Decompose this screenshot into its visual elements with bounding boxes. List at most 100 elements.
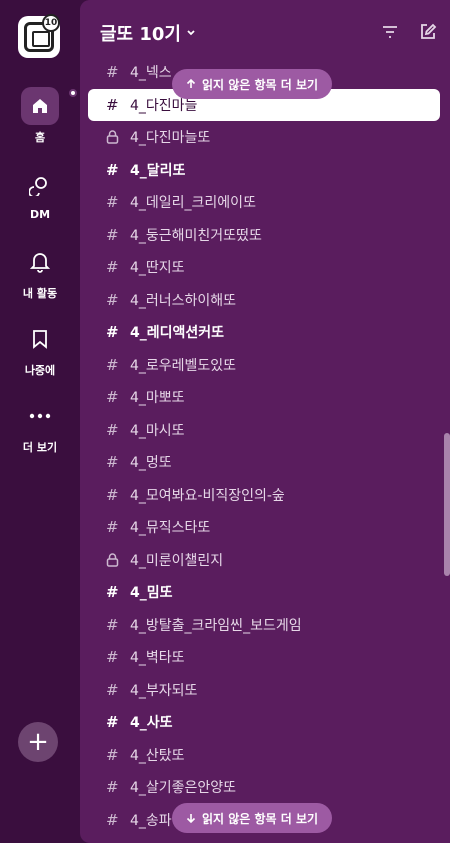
unread-below-button[interactable]: 읽지 않은 항목 더 보기 [172,803,333,833]
channel-item[interactable]: #4_방탈출_크라임씬_보드게임 [88,609,440,642]
hash-icon: # [106,680,119,699]
hash-icon: # [106,778,119,797]
channel-item[interactable]: 4_다진마늘또 [88,121,440,154]
hash-icon: # [106,258,119,277]
channel-name: 4_딴지또 [130,260,185,277]
channel-item[interactable]: #4_러너스하이해또 [88,284,440,317]
hash-icon: # [106,225,119,244]
channel-name: 4_멍또 [130,455,172,472]
channel-name: 4_마시또 [130,422,185,439]
channel-name: 4_마뽀또 [130,390,185,407]
channel-item[interactable]: 4_미룬이챌린지 [88,544,440,577]
channel-name: 4_뮤직스타또 [130,520,211,537]
channel-name: 4_달리또 [130,162,186,179]
channel-name: 4_데일리_크리에이또 [130,195,256,212]
rail-dm-button[interactable]: DM [0,166,80,221]
channel-item[interactable]: #4_달리또 [88,154,440,187]
channel-name: 4_레디액션커또 [130,325,225,342]
channel-name: 4_살기좋은안양또 [130,780,237,797]
hash-icon: # [106,420,119,439]
hash-icon: # [106,615,119,634]
hash-icon: # [106,453,119,472]
unread-dot [69,89,77,97]
unread-above-label: 읽지 않은 항목 더 보기 [202,77,319,92]
channel-item[interactable]: #4_둥근해미친거또떴또 [88,219,440,252]
channel-item[interactable]: #4_멍또 [88,446,440,479]
scrollbar-thumb[interactable] [444,433,450,576]
rail-dm-label: DM [29,208,51,221]
channel-list: #4_넥스 #4_다진마늘 4_다진마늘또 #4_달리또 #4_데일리_크리에이또 #4_… [88,56,440,836]
lock-icon [106,130,130,144]
hash-icon: # [106,193,119,212]
more-icon [29,413,51,419]
channel-name: 4_방탈출_크라임씬_보드게임 [130,617,302,634]
hash-icon: # [106,810,119,829]
channel-name: 4_벽타또 [130,650,185,667]
channel-name: 4_모여봐요-비직장인의-숲 [130,487,285,504]
bell-icon [30,253,50,273]
rail-later-label: 나중에 [24,364,56,377]
channel-name: 4_미룬이챌린지 [130,552,224,569]
rail-more-button[interactable]: 더 보기 [0,397,80,455]
bookmark-icon [33,330,47,349]
hash-icon: # [106,63,119,82]
hash-icon: # [106,583,119,602]
hash-icon: # [106,323,119,342]
channel-name: 4_사또 [130,715,173,732]
channel-item[interactable]: #4_벽타또 [88,641,440,674]
hash-icon: # [106,95,119,114]
rail-home-label: 홈 [34,131,46,144]
channel-name: 4_러너스하이해또 [130,292,237,309]
add-workspace-button[interactable]: + [18,722,58,762]
workspace-badge: 10 [42,14,60,32]
channel-item[interactable]: #4_딴지또 [88,251,440,284]
channel-item[interactable]: #4_레디액션커또 [88,316,440,349]
rail-activity-button[interactable]: 내 활동 [0,243,80,301]
unread-above-button[interactable]: 읽지 않은 항목 더 보기 [172,69,333,99]
channel-name: 4_부자되또 [130,682,198,699]
hash-icon: # [106,745,119,764]
rail-activity-label: 내 활동 [22,287,58,300]
hash-icon: # [106,713,119,732]
hash-icon: # [106,290,119,309]
hash-icon: # [106,518,119,537]
channel-item[interactable]: #4_마뽀또 [88,381,440,414]
hash-icon: # [106,648,119,667]
channel-name: 4_로우레벨도있또 [130,357,237,374]
channel-item[interactable]: #4_산탔또 [88,739,440,772]
workspace-name: 글또 10기 [100,24,181,45]
chevron-down-icon [187,30,195,36]
unread-below-label: 읽지 않은 항목 더 보기 [202,811,319,826]
arrow-up-icon [186,79,196,88]
rail-more-label: 더 보기 [22,441,58,454]
channel-item[interactable]: #4_사또 [88,706,440,739]
channel-item[interactable]: #4_뮤직스타또 [88,511,440,544]
dm-icon [29,177,47,196]
lock-icon [106,553,130,567]
arrow-down-icon [186,814,196,823]
compose-icon[interactable] [418,22,438,42]
channel-name: 4_송파 [130,812,172,829]
channel-name: 4_다진마늘또 [130,130,211,147]
hash-icon: # [106,160,119,179]
channel-item[interactable]: #4_데일리_크리에이또 [88,186,440,219]
channel-name: 4_둥근해미친거또떴또 [130,227,262,244]
workspace-rail: 10 홈 DM 내 활동 나중에 더 보기 + [0,0,80,843]
channel-item[interactable]: #4_부자되또 [88,674,440,707]
channel-item[interactable]: #4_살기좋은안양또 [88,771,440,804]
channel-panel: 글또 10기 #4_넥스 #4_다진마늘 4_다진마늘또 #4_달리또 #4_데일리_크… [80,0,450,843]
channel-item[interactable]: #4_모여봐요-비직장인의-숲 [88,479,440,512]
channel-item[interactable]: #4_마시또 [88,414,440,447]
hash-icon: # [106,485,119,504]
rail-later-button[interactable]: 나중에 [0,320,80,378]
channel-name: 4_넥스 [130,65,172,82]
workspace-name-button[interactable]: 글또 10기 [100,20,197,46]
panel-header: 글또 10기 [80,0,450,62]
filter-icon[interactable] [380,22,400,42]
channel-item[interactable]: #4_로우레벨도있또 [88,349,440,382]
plus-icon: + [27,727,49,757]
hash-icon: # [106,388,119,407]
channel-name: 4_밈또 [130,585,173,602]
channel-item[interactable]: #4_밈또 [88,576,440,609]
rail-home-button[interactable]: 홈 [0,87,80,145]
